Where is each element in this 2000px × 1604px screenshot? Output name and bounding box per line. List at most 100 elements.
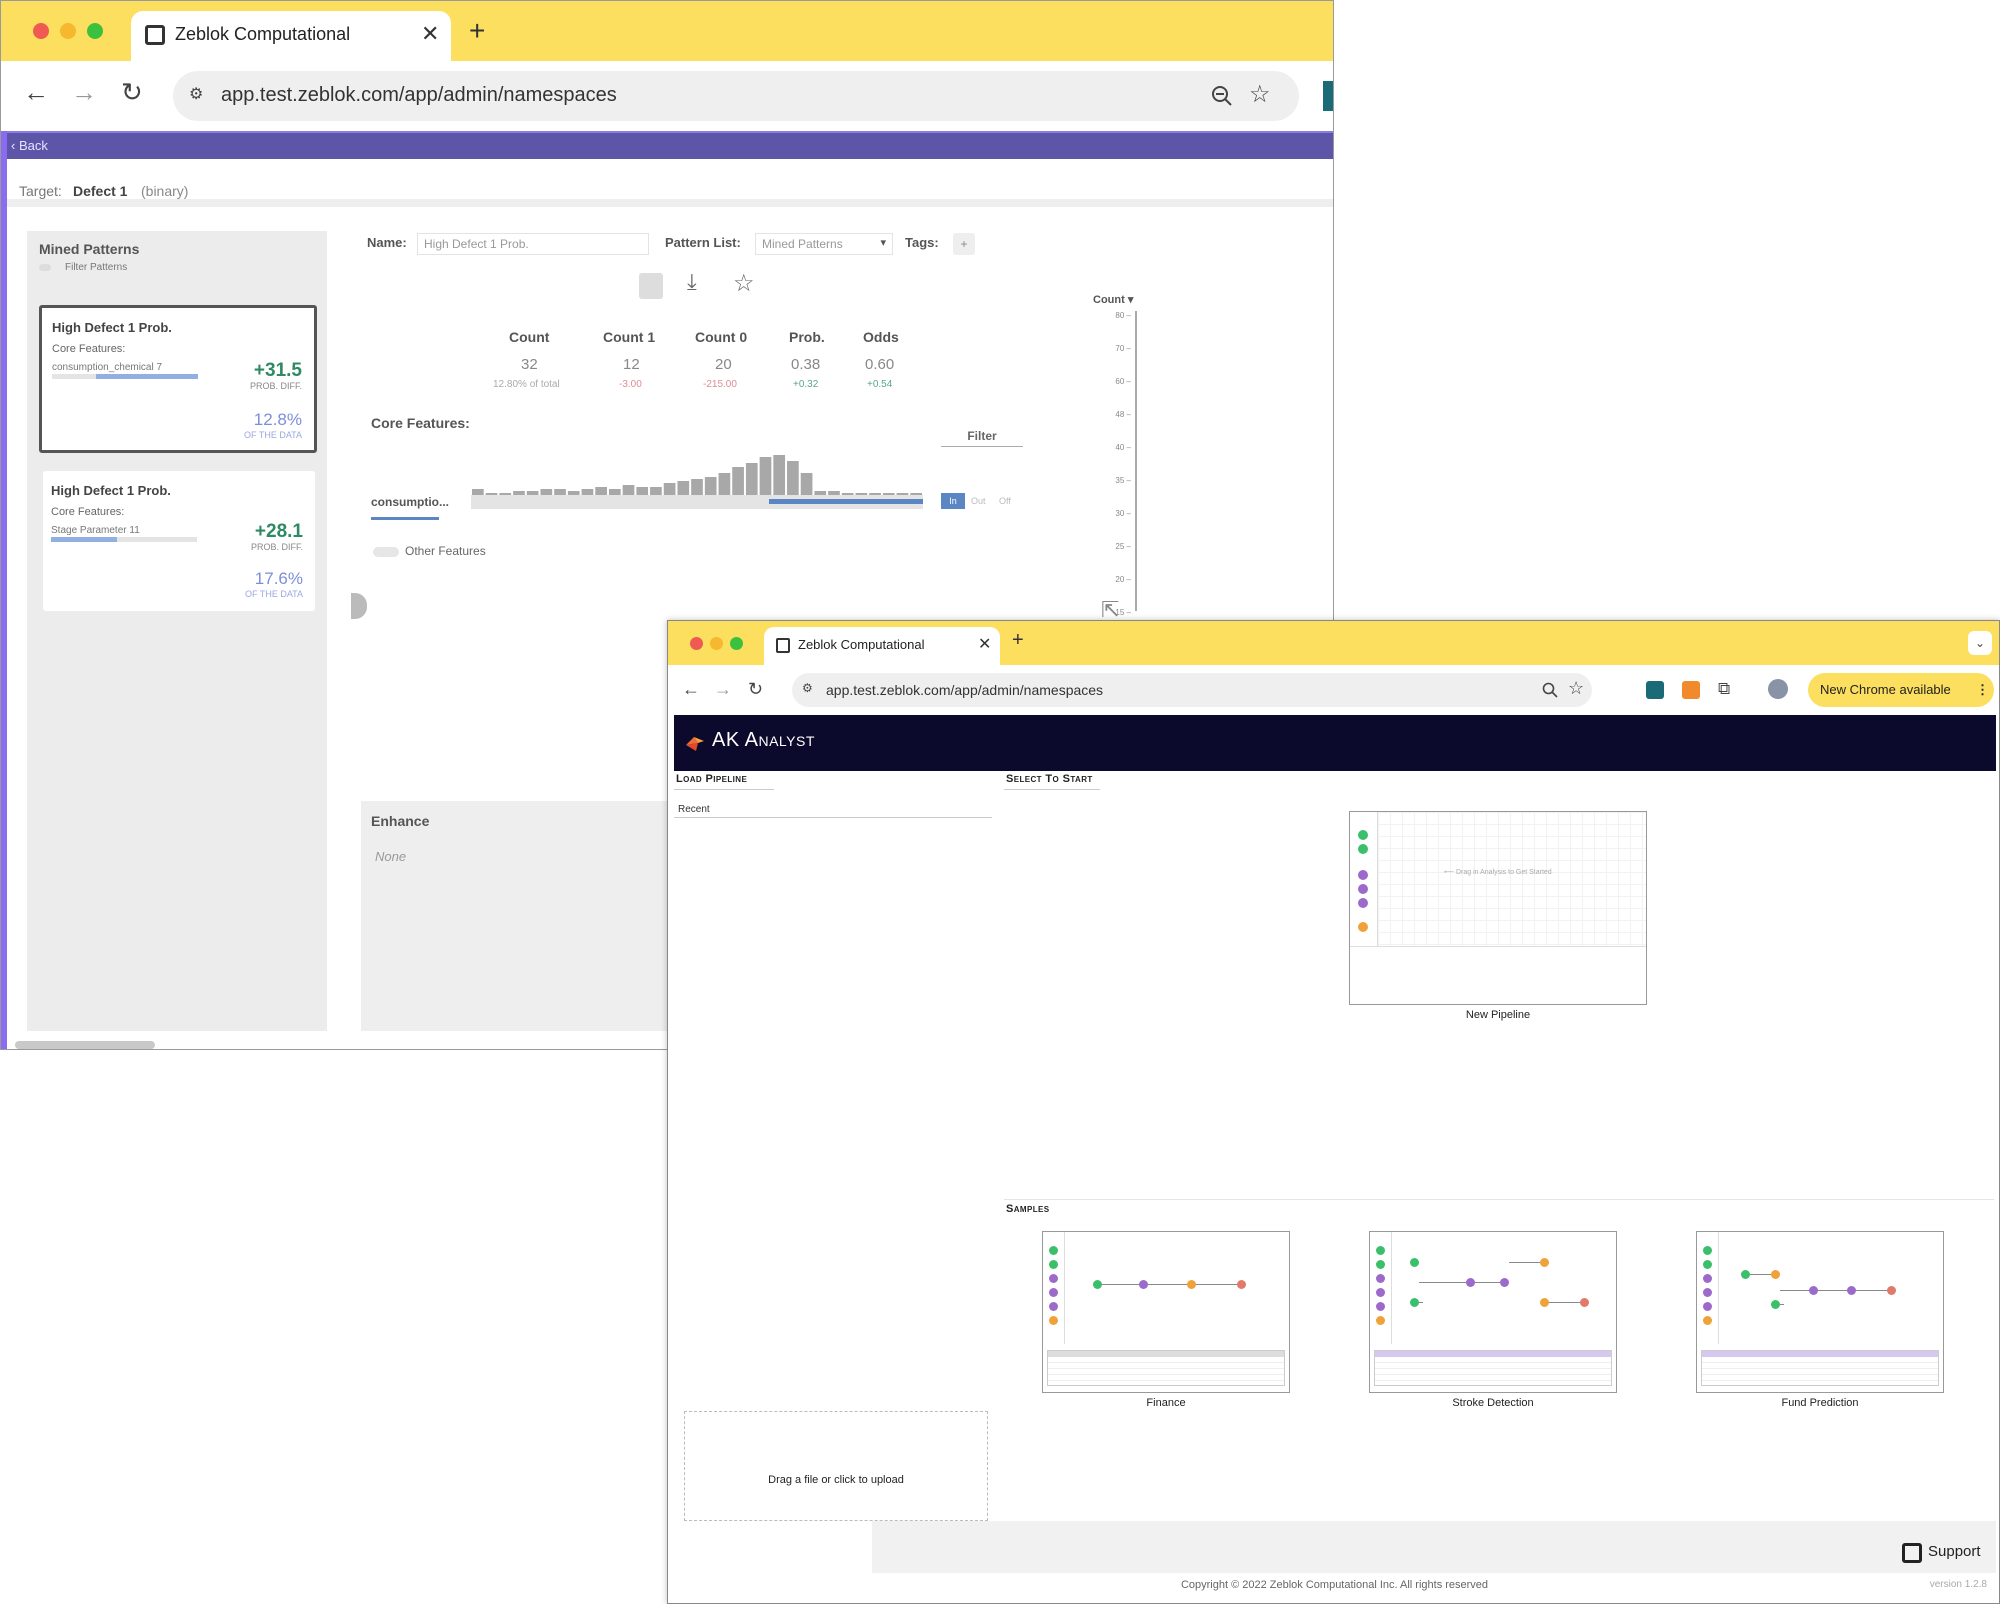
- histogram-bar: [828, 491, 840, 495]
- new-tab-button[interactable]: +: [1012, 629, 1024, 652]
- stat-header: Odds: [863, 329, 899, 345]
- ak-analyst-logo-icon: [686, 737, 704, 751]
- node-icon: [1376, 1316, 1385, 1325]
- pipeline-connector: [1102, 1284, 1139, 1285]
- back-button[interactable]: ‹ Back: [11, 138, 48, 153]
- sample-finance-thumbnail[interactable]: [1042, 1231, 1290, 1393]
- horizontal-scrollbar[interactable]: [15, 1041, 155, 1049]
- target-value: Defect 1: [73, 183, 128, 199]
- extension-icon[interactable]: [1682, 681, 1700, 699]
- thumbnail-sidebar: [1043, 1232, 1065, 1344]
- zoom-icon[interactable]: [1211, 85, 1233, 107]
- pattern-card[interactable]: High Defect 1 Prob. Core Features: consu…: [39, 305, 317, 453]
- star-icon[interactable]: ☆: [733, 269, 755, 298]
- pipeline-node-icon: [1580, 1298, 1589, 1307]
- minimize-window-button[interactable]: [710, 637, 723, 650]
- data-percent-label: OF THE DATA: [243, 430, 302, 440]
- histogram-bar: [608, 489, 621, 495]
- other-features-toggle[interactable]: [373, 547, 399, 557]
- copy-icon[interactable]: [639, 273, 663, 299]
- url-text: app.test.zeblok.com/app/admin/namespaces: [826, 682, 1104, 698]
- new-pipeline-thumbnail[interactable]: ⟵ Drag in Analysis to Get Started: [1349, 811, 1647, 1005]
- stat-header: Count: [509, 329, 550, 345]
- more-menu-icon[interactable]: ⋮: [1976, 682, 1989, 698]
- feature-chip[interactable]: consumptio...: [371, 495, 449, 509]
- divider: [674, 789, 774, 790]
- extension-icon[interactable]: [1323, 81, 1333, 111]
- stat-header: Prob.: [789, 329, 825, 345]
- site-settings-icon[interactable]: ⚙: [189, 84, 203, 104]
- minimize-window-button[interactable]: [60, 23, 76, 39]
- address-bar[interactable]: ⚙ app.test.zeblok.com/app/admin/namespac…: [173, 71, 1299, 121]
- preview-table: [1047, 1350, 1285, 1386]
- mined-patterns-panel: Mined Patterns Filter Patterns High Defe…: [27, 231, 327, 1031]
- upload-label: Drag a file or click to upload: [768, 1474, 904, 1486]
- sample-stroke-detection-label: Stroke Detection: [1452, 1397, 1534, 1409]
- histogram-bar: [855, 493, 868, 495]
- maximize-window-button[interactable]: [730, 637, 743, 650]
- pipeline-connector: [1419, 1302, 1423, 1303]
- close-window-button[interactable]: [33, 23, 49, 39]
- preview-table: [1374, 1350, 1612, 1386]
- close-tab-icon[interactable]: ✕: [421, 21, 439, 47]
- pattern-title: High Defect 1 Prob.: [52, 320, 172, 335]
- download-icon[interactable]: ⤓: [687, 269, 697, 295]
- histogram-bar: [800, 473, 813, 495]
- node-icon: [1703, 1260, 1712, 1269]
- pattern-list-value: Mined Patterns: [762, 237, 843, 251]
- new-tab-button[interactable]: +: [469, 15, 485, 47]
- stat-sub: +0.32: [793, 379, 819, 390]
- histogram-bar: [595, 487, 607, 495]
- nav-bar: ← → ↻ ⚙ app.test.zeblok.com/app/admin/na…: [668, 665, 1999, 715]
- pipeline-node-icon: [1540, 1258, 1549, 1267]
- data-percent-value: 17.6%: [254, 569, 303, 588]
- filter-off-button[interactable]: Off: [999, 493, 1011, 509]
- target-type: (binary): [141, 183, 189, 199]
- support-link[interactable]: Support: [1928, 1543, 1981, 1560]
- browser-tab[interactable]: Zeblok Computational ✕: [131, 11, 451, 61]
- extension-icon[interactable]: [1646, 681, 1664, 699]
- histogram: [471, 455, 923, 509]
- back-arrow-icon[interactable]: ←: [682, 679, 700, 700]
- extensions-puzzle-icon[interactable]: ⧉: [1718, 679, 1730, 699]
- zoom-icon[interactable]: [1542, 682, 1558, 698]
- bookmark-star-icon[interactable]: ☆: [1249, 80, 1271, 109]
- filter-patterns-label: Filter Patterns: [65, 262, 128, 273]
- add-tag-button[interactable]: +: [953, 233, 975, 255]
- count-tick-label: 35 –: [1115, 476, 1131, 485]
- reload-icon[interactable]: ↻: [121, 77, 143, 108]
- filter-patterns-toggle[interactable]: [39, 264, 51, 271]
- feature-bar: [51, 537, 197, 542]
- pattern-card[interactable]: High Defect 1 Prob. Core Features: Stage…: [43, 471, 315, 611]
- close-window-button[interactable]: [690, 637, 703, 650]
- pattern-list-select[interactable]: Mined Patterns ▾: [755, 233, 893, 255]
- browser-tab[interactable]: Zeblok Computational ✕: [764, 627, 1000, 665]
- site-settings-icon[interactable]: ⚙: [802, 681, 813, 695]
- profile-avatar[interactable]: [1768, 679, 1788, 699]
- bookmark-star-icon[interactable]: ☆: [1568, 678, 1584, 699]
- count-axis-selector[interactable]: Count ▾: [1093, 293, 1133, 306]
- forward-arrow-icon[interactable]: →: [714, 679, 732, 700]
- forward-arrow-icon[interactable]: →: [71, 77, 97, 108]
- sample-stroke-detection-thumbnail[interactable]: [1369, 1231, 1617, 1393]
- filter-out-button[interactable]: Out: [971, 493, 986, 509]
- filter-in-button[interactable]: In: [941, 493, 965, 509]
- count-tick-label: 70 –: [1115, 344, 1131, 353]
- address-bar[interactable]: ⚙ app.test.zeblok.com/app/admin/namespac…: [792, 673, 1592, 707]
- collapse-handle[interactable]: [351, 593, 367, 619]
- tab-search-chevron-icon[interactable]: ⌄: [1968, 631, 1992, 655]
- pipeline-connector: [1856, 1290, 1887, 1291]
- back-arrow-icon[interactable]: ←: [23, 77, 49, 108]
- reload-icon[interactable]: ↻: [748, 679, 763, 700]
- back-bar: ‹ Back: [1, 131, 1333, 159]
- recent-label: Recent: [678, 804, 710, 815]
- sample-fund-prediction-thumbnail[interactable]: [1696, 1231, 1944, 1393]
- histogram-bar: [759, 457, 772, 495]
- upload-dropzone[interactable]: Drag a file or click to upload: [684, 1411, 988, 1521]
- maximize-window-button[interactable]: [87, 23, 103, 39]
- new-chrome-button[interactable]: New Chrome available ⋮: [1808, 673, 1994, 707]
- close-tab-icon[interactable]: ✕: [978, 634, 991, 654]
- prob-diff-label: PROB. DIFF.: [250, 542, 303, 552]
- node-icon: [1049, 1302, 1058, 1311]
- pattern-name-input[interactable]: High Defect 1 Prob.: [417, 233, 649, 255]
